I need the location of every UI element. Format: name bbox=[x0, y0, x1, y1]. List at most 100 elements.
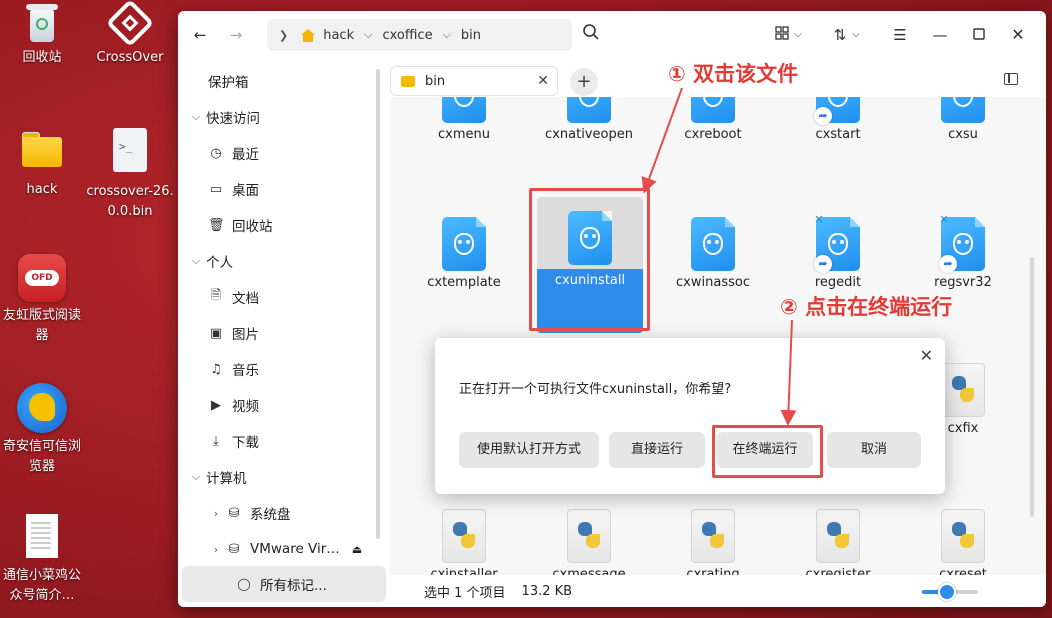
python-file-icon bbox=[442, 509, 486, 563]
file-item[interactable]: cxrating bbox=[655, 509, 771, 575]
executable-icon bbox=[567, 97, 611, 123]
shortcut-arrow-icon: ➦ bbox=[814, 255, 832, 273]
file-item[interactable]: cxmenu bbox=[406, 97, 522, 142]
open-default-button[interactable]: 使用默认打开方式 bbox=[459, 432, 599, 468]
file-grid[interactable]: cxmenu cxnativeopen cxreboot ➦ cxstart cx… bbox=[390, 97, 1046, 575]
search-icon[interactable] bbox=[579, 23, 603, 47]
dialog-message: 正在打开一个可执行文件cxuninstall，你希望? bbox=[459, 382, 732, 397]
crossover-icon bbox=[105, 0, 155, 48]
sidebar-item-computer[interactable]: ⌵ 计算机 bbox=[178, 459, 390, 495]
file-item[interactable]: cxreboot bbox=[655, 97, 771, 142]
menu-icon[interactable]: ☰ bbox=[888, 23, 912, 47]
minimize-button[interactable]: — bbox=[928, 23, 952, 47]
cancel-button[interactable]: 取消 bbox=[827, 432, 921, 468]
desktop-ofd-reader[interactable]: OFD 友虹版式阅读器 bbox=[0, 254, 88, 346]
file-item[interactable]: cxmessage bbox=[531, 509, 647, 575]
breadcrumb[interactable]: ❯ hack ⌵ cxoffice ⌵ bin bbox=[267, 19, 572, 51]
home-icon bbox=[301, 28, 316, 42]
close-icon[interactable]: ✕ bbox=[537, 73, 549, 89]
python-file-icon bbox=[816, 509, 860, 563]
content-scrollbar[interactable] bbox=[1030, 257, 1034, 517]
chevron-down-icon[interactable]: ⌵ bbox=[786, 23, 810, 47]
eject-icon[interactable]: ⏏ bbox=[352, 543, 362, 556]
chevron-down-icon[interactable]: ⌵ bbox=[438, 28, 456, 42]
broken-link-icon: ✕ bbox=[814, 213, 824, 226]
close-icon[interactable]: ✕ bbox=[920, 346, 933, 365]
file-item[interactable]: cxwinassoc bbox=[655, 217, 771, 290]
file-item[interactable]: ✕ ➦ regsvr32 bbox=[905, 213, 1021, 290]
chevron-right-icon[interactable]: › bbox=[206, 543, 226, 556]
tab-label: bin bbox=[425, 73, 446, 89]
back-button[interactable]: ← bbox=[188, 23, 212, 47]
maximize-button[interactable] bbox=[967, 23, 991, 47]
shortcut-arrow-icon: ➦ bbox=[814, 107, 832, 125]
sidebar-item-personal[interactable]: ⌵ 个人 bbox=[178, 243, 390, 279]
sidebar-item-vmware[interactable]: › ⛁ VMware Vir… ⏏ bbox=[178, 531, 390, 567]
sidebar-item-label: 下载 bbox=[232, 435, 259, 451]
script-file-icon bbox=[113, 128, 147, 172]
zoom-slider[interactable] bbox=[922, 583, 978, 601]
chevron-down-icon[interactable]: ⌵ bbox=[186, 110, 206, 124]
music-icon: ♫ bbox=[210, 361, 222, 377]
chevron-right-icon[interactable]: › bbox=[206, 507, 226, 520]
desktop-document[interactable]: 通信小菜鸡公众号简介… bbox=[0, 514, 88, 606]
sidebar-item-music[interactable]: ♫ 音乐 bbox=[178, 351, 390, 387]
file-item[interactable]: cxreset bbox=[905, 509, 1021, 575]
tab-bin[interactable]: bin ✕ bbox=[390, 66, 558, 96]
sidebar-item-safebox[interactable]: 保护箱 bbox=[178, 63, 390, 99]
sidebar-item-label: 保护箱 bbox=[208, 75, 249, 91]
file-item[interactable]: cxregister bbox=[780, 509, 896, 575]
run-directly-button[interactable]: 直接运行 bbox=[609, 432, 705, 468]
breadcrumb-cxoffice[interactable]: cxoffice bbox=[377, 28, 437, 43]
sidebar-item-videos[interactable]: ▶ 视频 bbox=[178, 387, 390, 423]
breadcrumb-hack[interactable]: hack bbox=[315, 28, 359, 43]
sidebar-item-quick-access[interactable]: ⌵ 快速访问 bbox=[178, 99, 390, 135]
executable-icon: ✕ ➦ bbox=[814, 213, 860, 273]
chevron-down-icon[interactable]: ⌵ bbox=[359, 28, 377, 42]
sidebar-item-downloads[interactable]: ⤓ 下载 bbox=[178, 423, 390, 459]
details-pane-icon[interactable] bbox=[1004, 73, 1018, 85]
desktop-crossover[interactable]: CrossOver bbox=[84, 0, 176, 68]
download-icon: ⤓ bbox=[213, 433, 219, 449]
zoom-slider-handle[interactable] bbox=[938, 583, 957, 601]
sidebar-item-trash[interactable]: 🗑 回收站 bbox=[178, 207, 390, 243]
file-item[interactable]: ➦ cxstart bbox=[780, 97, 896, 142]
python-file-icon bbox=[941, 509, 985, 563]
sidebar-item-desktop[interactable]: ▭ 桌面 bbox=[178, 171, 390, 207]
sidebar-item-all-tags[interactable]: ◯ 所有标记... bbox=[182, 566, 386, 602]
open-executable-dialog: ✕ 正在打开一个可执行文件cxuninstall，你希望? 使用默认打开方式 直… bbox=[435, 338, 945, 494]
sidebar-item-pictures[interactable]: ▣ 图片 bbox=[178, 315, 390, 351]
chevron-down-icon[interactable]: ⌵ bbox=[186, 254, 206, 268]
chevron-right-icon: ❯ bbox=[279, 28, 289, 42]
chevron-down-icon[interactable]: ⌵ bbox=[186, 470, 206, 484]
file-item[interactable]: cxsu bbox=[905, 97, 1021, 142]
breadcrumb-bin[interactable]: bin bbox=[456, 28, 486, 43]
highlight-box-file bbox=[529, 188, 650, 331]
desktop-label: crossover-26.0.0.bin bbox=[86, 184, 174, 219]
titlebar: ← → ❯ hack ⌵ cxoffice ⌵ bin ⌵ ⇅ ⌵ ☰ — ✕ bbox=[178, 11, 1046, 59]
file-item[interactable]: cxtemplate bbox=[406, 217, 522, 290]
python-file-icon bbox=[691, 509, 735, 563]
forward-button[interactable]: → bbox=[224, 23, 248, 47]
sidebar-item-documents[interactable]: 🗎 文档 bbox=[178, 279, 390, 315]
desktop-trash[interactable]: 回收站 bbox=[0, 2, 88, 68]
sidebar-item-label: 系统盘 bbox=[250, 507, 291, 523]
shortcut-arrow-icon: ➦ bbox=[939, 255, 957, 273]
executable-icon bbox=[691, 97, 735, 123]
add-tab-button[interactable]: + bbox=[570, 68, 598, 96]
desktop-crossover-bin[interactable]: crossover-26.0.0.bin bbox=[84, 128, 176, 222]
close-button[interactable]: ✕ bbox=[1006, 23, 1030, 47]
sidebar-scrollbar[interactable] bbox=[376, 69, 380, 539]
file-item[interactable]: cxnativeopen bbox=[531, 97, 647, 142]
sidebar-item-recent[interactable]: ◷ 最近 bbox=[178, 135, 390, 171]
folder-icon bbox=[20, 130, 64, 168]
desktop-browser[interactable]: 奇安信可信浏览器 bbox=[0, 383, 88, 477]
sidebar-item-label: 计算机 bbox=[206, 471, 247, 487]
chevron-down-icon[interactable]: ⌵ bbox=[844, 23, 868, 47]
file-item[interactable]: cxinstaller bbox=[406, 509, 522, 575]
sidebar-item-system-disk[interactable]: › ⛁ 系统盘 bbox=[178, 495, 390, 531]
desktop-hack-folder[interactable]: hack bbox=[0, 130, 88, 200]
file-item[interactable]: ✕ ➦ regedit bbox=[780, 213, 896, 290]
sidebar-item-label: 个人 bbox=[206, 255, 233, 271]
executable-icon: ✕ ➦ bbox=[939, 213, 985, 273]
